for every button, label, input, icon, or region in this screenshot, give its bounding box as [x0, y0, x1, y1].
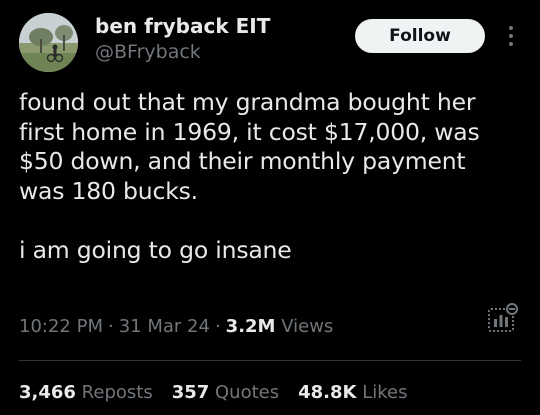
post-analytics-icon[interactable] — [486, 301, 520, 335]
engagement-stats: 3,466 Reposts 357 Quotes 48.8K Likes — [19, 382, 407, 403]
quotes-label: Quotes — [215, 382, 280, 403]
meta-separator: · — [214, 316, 221, 337]
tweet-meta: 10:22 PM · 31 Mar 24 · 3.2M Views — [19, 316, 333, 337]
views-count: 3.2M — [225, 316, 276, 337]
follow-button[interactable]: Follow — [355, 19, 485, 53]
quotes-stat[interactable]: 357 Quotes — [172, 382, 279, 403]
tweet-paragraph: found out that my grandma bought her fir… — [19, 88, 480, 205]
tweet-date[interactable]: 31 Mar 24 — [119, 316, 210, 337]
author-handle[interactable]: @BFryback — [95, 41, 201, 63]
more-dot — [509, 42, 513, 46]
quotes-count: 357 — [171, 382, 210, 403]
reposts-stat[interactable]: 3,466 Reposts — [19, 382, 153, 403]
avatar-photo — [19, 13, 78, 72]
likes-stat[interactable]: 48.8K Likes — [298, 382, 407, 403]
reposts-count: 3,466 — [19, 382, 76, 403]
tweet-time[interactable]: 10:22 PM — [19, 316, 103, 337]
avatar[interactable] — [19, 13, 78, 72]
views-label: Views — [281, 316, 334, 337]
tweet-body: found out that my grandma bought her fir… — [19, 88, 519, 265]
analytics-icon-graphic — [488, 303, 518, 332]
more-dot — [509, 26, 513, 30]
tweet-card: ben fryback EIT @BFryback Follow found o… — [0, 0, 540, 415]
divider — [19, 360, 521, 361]
likes-label: Likes — [362, 382, 408, 403]
meta-separator: · — [107, 316, 114, 337]
likes-count: 48.8K — [298, 382, 357, 403]
more-dot — [509, 34, 513, 38]
author-display-name[interactable]: ben fryback EIT — [95, 14, 270, 38]
tweet-paragraph: i am going to go insane — [19, 235, 292, 264]
more-options-icon[interactable] — [503, 22, 519, 50]
reposts-label: Reposts — [81, 382, 153, 403]
